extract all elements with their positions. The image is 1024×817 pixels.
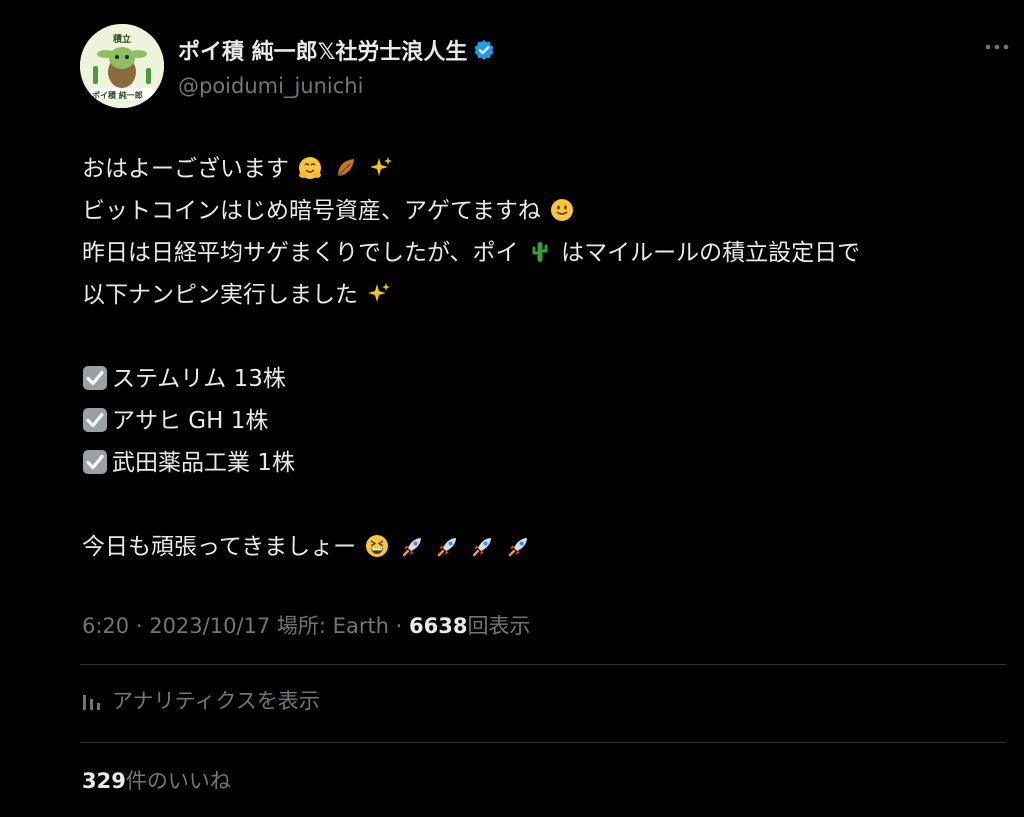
analytics-label[interactable]: アナリティクスを表示 xyxy=(112,685,320,715)
likes-count[interactable]: 329 xyxy=(82,769,126,793)
cactus-emoji-icon xyxy=(532,242,548,262)
post-line-text: はマイルールの積立設定日で xyxy=(561,240,861,266)
sparkles-emoji-icon xyxy=(369,157,392,176)
post-line: 以下ナンピン実行しました xyxy=(82,274,1012,316)
view-analytics-link[interactable]: アナリティクスを表示 xyxy=(82,685,320,715)
post-line: 今日も頑張ってきましょー xyxy=(82,526,1012,568)
avatar-badge-top: 積立 xyxy=(113,35,132,45)
avatar[interactable]: 積立 ポイ積 純一郎 xyxy=(80,24,164,108)
post-line: ステムリム 13株 xyxy=(82,358,1012,400)
rocket-emoji-icon xyxy=(508,538,527,557)
post-line-text: ビットコインはじめ暗号資産、アゲてますね xyxy=(82,198,541,224)
divider xyxy=(80,664,1006,665)
post-line-text: 武田薬品工業 1株 xyxy=(112,450,295,476)
post-line-text: アサヒ GH 1株 xyxy=(112,408,269,434)
post-line: おはよーございます xyxy=(82,148,1012,190)
author-handle[interactable]: @poidumi_junichi xyxy=(178,74,495,98)
smile-emoji-icon xyxy=(551,199,574,221)
post-line-text: 今日も頑張ってきましょー xyxy=(82,534,357,560)
post-meta: 6:20 · 2023/10/17 場所: Earth · 6638回表示 xyxy=(82,610,530,640)
hugging-emoji-icon xyxy=(299,157,322,179)
post-header: 積立 ポイ積 純一郎 ポイ積 純一郎𝕏社労士浪人生 @poidumi_junic… xyxy=(80,24,1010,108)
post-text: おはよーございます ビットコインはじめ暗号資産、アゲてますね 昨日は日経平均サゲ… xyxy=(82,148,1012,568)
analytics-icon xyxy=(83,695,100,710)
post-location: 場所: Earth xyxy=(270,614,389,638)
post-line-text: おはよーございます xyxy=(82,156,289,182)
post-line: 武田薬品工業 1株 xyxy=(82,442,1012,484)
likes-link[interactable]: 329件のいいね xyxy=(82,765,231,795)
meta-separator: · xyxy=(389,614,410,638)
post-line: アサヒ GH 1株 xyxy=(82,400,1012,442)
checkbox-icon xyxy=(83,450,107,474)
post-line-text: 以下ナンピン実行しました xyxy=(82,282,358,308)
post-view-label: 回表示 xyxy=(467,614,531,638)
checkbox-icon xyxy=(83,408,107,432)
post-line: ビットコインはじめ暗号資産、アゲてますね xyxy=(82,190,1012,232)
post-date[interactable]: 2023/10/17 xyxy=(149,614,270,638)
post-detail: 積立 ポイ積 純一郎 ポイ積 純一郎𝕏社労士浪人生 @poidumi_junic… xyxy=(0,0,1024,817)
verified-badge-icon xyxy=(474,40,494,60)
author-display-name-row[interactable]: ポイ積 純一郎𝕏社労士浪人生 xyxy=(178,34,495,66)
rocket-emoji-icon xyxy=(473,538,492,557)
post-time[interactable]: 6:20 xyxy=(82,614,129,638)
more-icon[interactable] xyxy=(984,42,1010,52)
leaf-emoji-icon xyxy=(337,159,354,177)
avatar-badge-bottom: ポイ積 純一郎 xyxy=(92,91,143,100)
post-view-count: 6638 xyxy=(409,614,468,638)
rocket-emoji-icon xyxy=(437,538,457,557)
checkbox-icon xyxy=(83,366,107,390)
post-line-text: 昨日は日経平均サゲまくりでしたが、ポイ xyxy=(82,240,519,266)
divider xyxy=(80,742,1006,743)
author-names: ポイ積 純一郎𝕏社労士浪人生 @poidumi_junichi xyxy=(178,34,495,98)
sparkles-emoji-icon xyxy=(368,283,391,302)
meta-separator: · xyxy=(129,614,150,638)
grin-emoji-icon xyxy=(366,535,389,557)
rocket-emoji-icon xyxy=(402,538,421,557)
author-display-name[interactable]: ポイ積 純一郎𝕏社労士浪人生 xyxy=(178,34,467,66)
post-line: 昨日は日経平均サゲまくりでしたが、ポイ はマイルールの積立設定日で xyxy=(82,232,1012,274)
likes-label[interactable]: 件のいいね xyxy=(126,769,231,793)
post-line-text: ステムリム 13株 xyxy=(112,366,286,392)
